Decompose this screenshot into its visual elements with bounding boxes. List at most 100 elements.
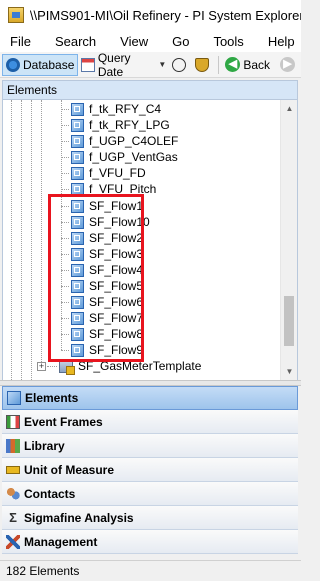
nav-elements[interactable]: Elements <box>2 386 298 410</box>
nav-label: Management <box>24 534 98 549</box>
tree-connector <box>61 318 69 319</box>
tree-item[interactable]: f_tk_RFY_LPG <box>61 117 170 133</box>
back-button[interactable]: ◀ Back <box>222 54 273 76</box>
menu-go[interactable]: Go <box>172 34 189 49</box>
tree-item[interactable]: SF_Flow6 <box>61 294 143 310</box>
element-icon <box>71 215 84 229</box>
tree-connector <box>61 350 69 351</box>
tree-connector <box>61 206 69 207</box>
contacts-icon <box>6 486 20 501</box>
element-icon <box>71 247 84 261</box>
tree-item-label: SF_Flow9 <box>89 343 144 357</box>
element-icon <box>71 102 84 116</box>
navigation-pane: Elements Event Frames Library Unit of Me… <box>2 386 298 560</box>
menu-search[interactable]: Search <box>55 34 96 49</box>
nav-contacts[interactable]: Contacts <box>2 482 298 506</box>
tree-scrollbar[interactable]: ▲ ▼ <box>280 100 297 380</box>
menu-help[interactable]: Help <box>268 34 295 49</box>
tree-item-label: f_VFU_FD <box>89 166 146 180</box>
status-bar: 182 Elements <box>0 560 301 581</box>
tree-item[interactable]: SF_Flow8 <box>61 326 143 342</box>
nav-label: Library <box>24 438 65 453</box>
tree-connector <box>61 254 69 255</box>
scroll-thumb[interactable] <box>284 296 294 346</box>
tree-connector <box>61 109 69 110</box>
shield-icon <box>195 57 210 72</box>
nav-sigmafine-analysis[interactable]: Σ Sigmafine Analysis <box>2 506 298 530</box>
ruler-icon <box>6 465 20 474</box>
back-arrow-icon: ◀ <box>225 57 241 72</box>
template-icon <box>59 359 75 375</box>
tree-item-label: f_VFU_Pitch <box>89 182 157 196</box>
nav-label: Sigmafine Analysis <box>24 510 134 525</box>
tree-connector <box>61 125 69 126</box>
menu-file[interactable]: File <box>10 34 31 49</box>
nav-library[interactable]: Library <box>2 434 298 458</box>
database-button[interactable]: Database <box>2 53 79 76</box>
menu-tools[interactable]: Tools <box>213 34 243 49</box>
tree-connector <box>61 157 69 158</box>
menu-bar: File Search View Go Tools Help <box>0 30 301 52</box>
tree-connector <box>61 270 69 271</box>
tree-connector <box>61 286 69 287</box>
menu-view[interactable]: View <box>120 34 148 49</box>
tree-item[interactable]: SF_Flow2 <box>61 230 143 246</box>
tree-connector <box>61 141 69 142</box>
tree-item-label: f_UGP_C4OLEF <box>89 134 179 148</box>
tree-item-label: SF_Flow10 <box>89 215 150 229</box>
tree-item-template[interactable]: SF_GasMeterTemplate <box>47 358 201 375</box>
database-label: Database <box>23 57 75 72</box>
nav-label: Event Frames <box>24 414 103 429</box>
tree-item[interactable]: SF_Flow10 <box>61 214 150 230</box>
back-label: Back <box>243 57 270 72</box>
tree-item[interactable]: SF_Flow7 <box>61 310 143 326</box>
tree-connector <box>47 366 57 367</box>
element-icon <box>71 343 84 357</box>
tree-item-label: SF_Flow5 <box>89 279 144 293</box>
tree-connector <box>61 238 69 239</box>
query-date-button[interactable]: Query Date ▼ <box>78 51 169 79</box>
element-tree: f_tk_RFY_C4 f_tk_RFY_LPG f_UGP_C4OLEF f_… <box>2 100 298 380</box>
forward-button[interactable]: ▶ <box>273 54 301 76</box>
tree-item[interactable]: SF_Flow1 <box>61 198 143 214</box>
tree-item-label: SF_Flow2 <box>89 231 144 245</box>
element-icon <box>71 182 84 196</box>
forward-arrow-icon: ▶ <box>280 57 295 72</box>
tree-item[interactable]: f_VFU_Pitch <box>61 181 156 197</box>
nav-management[interactable]: Management <box>2 530 298 554</box>
tree-item-label: f_tk_RFY_LPG <box>89 118 170 132</box>
panel-title: Elements <box>7 83 58 97</box>
element-icon <box>71 134 84 148</box>
library-icon <box>6 438 20 453</box>
clock-button[interactable] <box>169 54 192 76</box>
tree-item[interactable]: SF_Flow4 <box>61 262 143 278</box>
tree-item[interactable]: f_UGP_C4OLEF <box>61 133 178 149</box>
tree-item-label: SF_Flow4 <box>89 263 144 277</box>
tree-item[interactable]: SF_Flow3 <box>61 246 143 262</box>
element-icon <box>71 279 84 293</box>
tree-guide-line <box>41 100 42 366</box>
nav-label: Elements <box>25 391 79 405</box>
expand-toggle[interactable]: + <box>37 362 46 371</box>
nav-unit-of-measure[interactable]: Unit of Measure <box>2 458 298 482</box>
tree-item-label: SF_Flow3 <box>89 247 144 261</box>
tree-item[interactable]: f_UGP_VentGas <box>61 149 178 165</box>
tree-item[interactable]: SF_Flow5 <box>61 278 143 294</box>
security-button[interactable] <box>192 54 215 76</box>
tree-item[interactable]: SF_Flow9 <box>61 342 143 358</box>
tree-connector <box>61 173 69 174</box>
tree-item-label: SF_Flow6 <box>89 295 144 309</box>
toolbar-separator <box>218 55 220 74</box>
tree-item[interactable]: f_VFU_FD <box>61 165 146 181</box>
nav-event-frames[interactable]: Event Frames <box>2 410 298 434</box>
scroll-down-arrow-icon[interactable]: ▼ <box>281 363 297 380</box>
window-title: \\PIMS901-MI\Oil Refinery - PI System Ex… <box>29 7 301 23</box>
element-icon <box>71 327 84 341</box>
tree-connector <box>61 222 69 223</box>
tree-item[interactable]: f_tk_RFY_C4 <box>61 101 161 117</box>
elements-panel-header: Elements <box>2 80 298 100</box>
element-icon <box>71 231 84 245</box>
tree-guide-line <box>31 100 32 380</box>
scroll-up-arrow-icon[interactable]: ▲ <box>281 100 297 117</box>
element-icon <box>71 166 84 180</box>
